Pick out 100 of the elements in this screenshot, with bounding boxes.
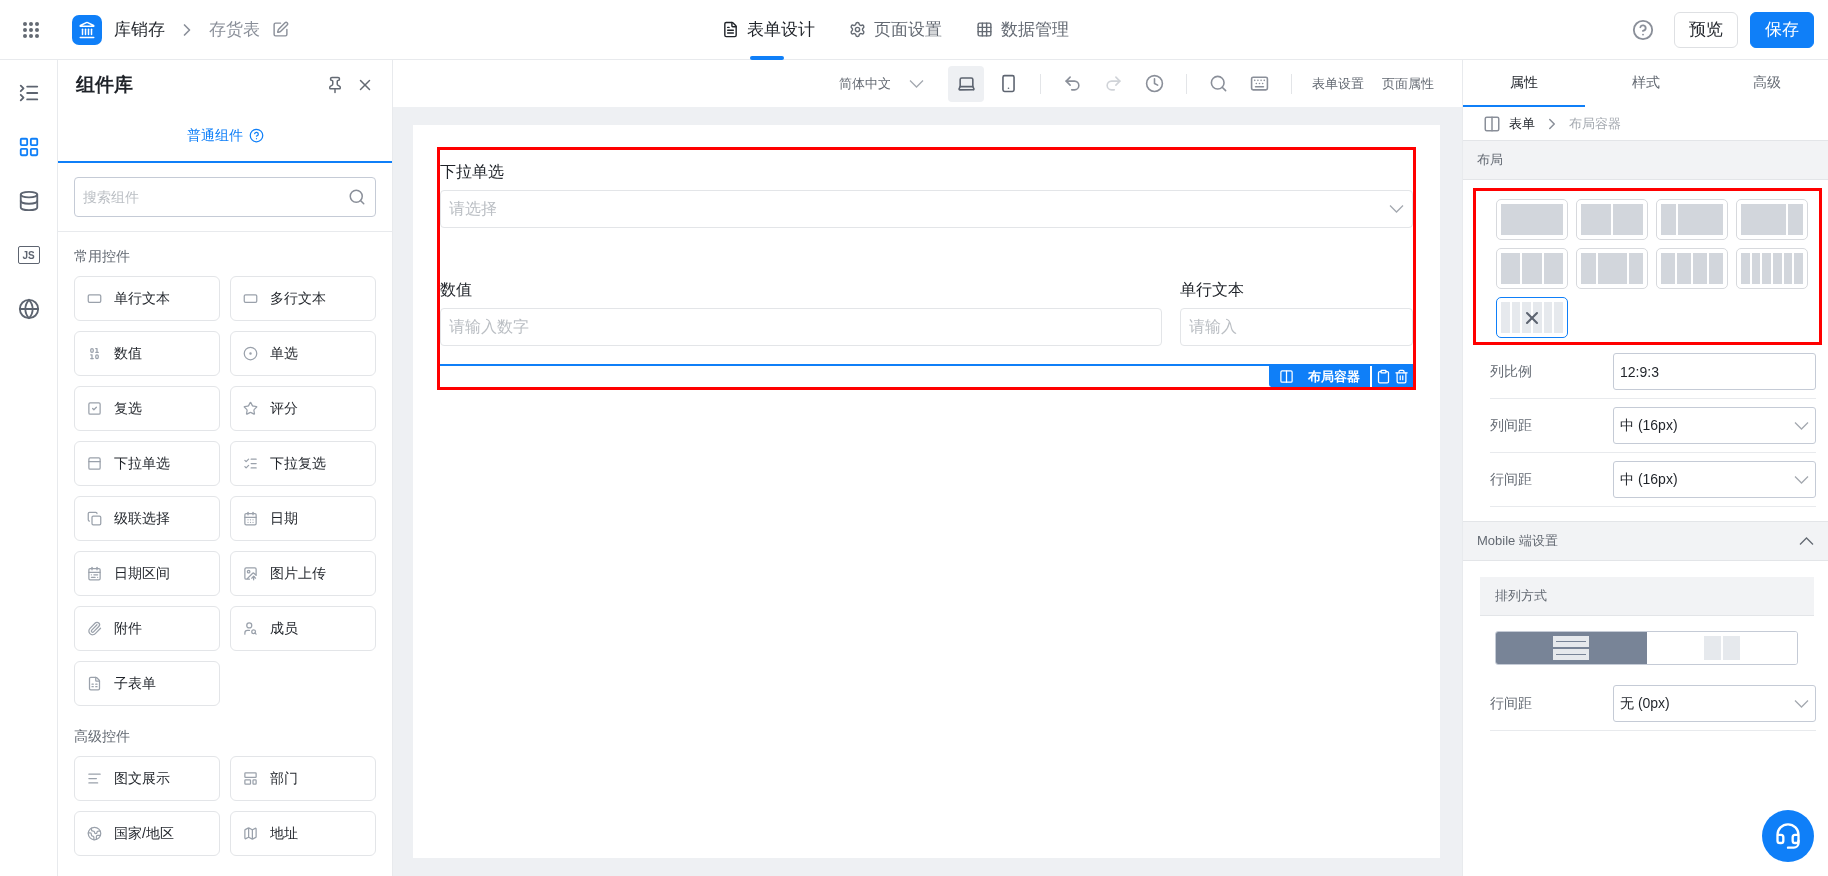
- form-name: 存货表: [209, 19, 260, 41]
- component-item[interactable]: 成员: [230, 606, 376, 651]
- panel-title: 组件库: [76, 73, 134, 97]
- component-icon: [243, 566, 258, 581]
- component-item[interactable]: 下拉复选: [230, 441, 376, 486]
- property-label: 行间距: [1490, 694, 1533, 713]
- property-label: 列比例: [1490, 362, 1533, 381]
- component-item[interactable]: 日期区间: [74, 551, 220, 596]
- section-header[interactable]: Mobile 端设置: [1463, 521, 1828, 561]
- undo-icon[interactable]: [1063, 74, 1082, 93]
- select-field[interactable]: 中 (16px): [1613, 461, 1816, 498]
- pin-icon[interactable]: [326, 76, 344, 94]
- search-icon[interactable]: [1209, 74, 1228, 93]
- panel-tab[interactable]: 普通组件: [58, 110, 392, 163]
- component-item[interactable]: 国家/地区: [74, 811, 220, 856]
- arrangement-option[interactable]: [1496, 632, 1647, 664]
- property-label: 列间距: [1490, 416, 1533, 435]
- grid-icon: [976, 21, 993, 38]
- component-icon: [87, 401, 102, 416]
- component-icon: [87, 566, 102, 581]
- component-icon: [87, 346, 102, 361]
- component-item[interactable]: 评分: [230, 386, 376, 431]
- app-name: 库销存: [114, 19, 165, 41]
- side-by-side-icon: [1703, 636, 1740, 660]
- sidebar-item[interactable]: JS: [13, 240, 44, 270]
- component-item[interactable]: 下拉单选: [74, 441, 220, 486]
- document-icon: [722, 21, 739, 38]
- laptop-icon[interactable]: [948, 65, 984, 102]
- properties-tab[interactable]: 高级: [1706, 60, 1828, 107]
- top-tab[interactable]: 表单设计: [722, 0, 815, 60]
- input-field[interactable]: 12:9:3: [1613, 353, 1816, 390]
- columns-icon: [1279, 369, 1294, 384]
- select-field[interactable]: 中 (16px): [1613, 407, 1816, 444]
- component-icon: [243, 621, 258, 636]
- keyboard-icon[interactable]: [1250, 74, 1269, 93]
- history-icon[interactable]: [1145, 74, 1164, 93]
- subsection-header: 排列方式: [1480, 577, 1814, 616]
- component-icon: [243, 771, 258, 786]
- chevron-down-icon: [1794, 699, 1809, 708]
- breadcrumb-item[interactable]: 表单: [1509, 114, 1535, 133]
- layout-container[interactable]: 下拉单选 请选择 数值 请输入数字 单行文本 请输入 布局容器: [437, 147, 1416, 390]
- component-icon: [243, 401, 258, 416]
- component-item[interactable]: 复选: [74, 386, 220, 431]
- component-icon: [243, 826, 258, 841]
- toolbar-link[interactable]: 页面属性: [1376, 74, 1440, 93]
- property-label: 行间距: [1490, 470, 1533, 489]
- search-field[interactable]: 搜索组件: [74, 177, 376, 217]
- component-item[interactable]: 日期: [230, 496, 376, 541]
- top-tab[interactable]: 数据管理: [976, 0, 1069, 60]
- container-tag[interactable]: 布局容器: [1269, 366, 1370, 387]
- component-icon: [87, 621, 102, 636]
- component-item[interactable]: 图文展示: [74, 756, 220, 801]
- field-label: 数值: [440, 279, 473, 300]
- edit-icon[interactable]: [272, 21, 289, 38]
- component-icon: [87, 456, 102, 471]
- language-select[interactable]: 简体中文: [839, 74, 924, 93]
- component-item[interactable]: 图片上传: [230, 551, 376, 596]
- properties-tab[interactable]: 属性: [1463, 60, 1585, 107]
- component-item[interactable]: 单行文本: [74, 276, 220, 321]
- field-label: 下拉单选: [440, 161, 505, 182]
- component-icon: [243, 346, 258, 361]
- chevron-down-icon: [909, 79, 924, 88]
- properties-tab[interactable]: 样式: [1584, 60, 1707, 107]
- component-item[interactable]: 附件: [74, 606, 220, 651]
- component-icon: [87, 826, 102, 841]
- component-icon: [87, 771, 102, 786]
- preview-button[interactable]: 预览: [1674, 11, 1738, 48]
- copy-icon[interactable]: [1376, 369, 1391, 384]
- apps-grid-icon[interactable]: [22, 20, 40, 39]
- component-icon: [243, 511, 258, 526]
- chevron-down-icon: [1794, 475, 1809, 484]
- component-item[interactable]: 部门: [230, 756, 376, 801]
- component-item[interactable]: 单选: [230, 331, 376, 376]
- component-icon: [243, 291, 258, 306]
- help-icon[interactable]: [1632, 18, 1654, 41]
- component-item[interactable]: 级联选择: [74, 496, 220, 541]
- component-icon: [243, 456, 258, 471]
- chevron-down-icon: [1794, 421, 1809, 430]
- select-field[interactable]: 无 (0px): [1613, 685, 1816, 722]
- delete-icon[interactable]: [1394, 369, 1409, 384]
- field-label: 单行文本: [1180, 279, 1246, 300]
- group-title: 高级控件: [74, 728, 131, 746]
- component-icon: [87, 676, 102, 691]
- layout-option[interactable]: [1496, 297, 1568, 338]
- headset-icon: [1774, 822, 1802, 850]
- toolbar-link[interactable]: 表单设置: [1306, 74, 1370, 93]
- breadcrumb-item: 布局容器: [1569, 114, 1621, 133]
- stacked-rows-icon: [1553, 636, 1590, 660]
- component-item[interactable]: 数值: [74, 331, 220, 376]
- help-icon[interactable]: [248, 128, 264, 143]
- support-button[interactable]: [1762, 810, 1814, 862]
- gear-icon: [849, 21, 866, 38]
- component-icon: [87, 291, 102, 306]
- component-item[interactable]: 子表单: [74, 661, 220, 706]
- group-title: 常用控件: [74, 248, 131, 266]
- top-tab[interactable]: 页面设置: [849, 0, 942, 60]
- component-item[interactable]: 多行文本: [230, 276, 376, 321]
- save-button[interactable]: 保存: [1750, 11, 1814, 48]
- component-item[interactable]: 地址: [230, 811, 376, 856]
- search-icon: [348, 188, 366, 206]
